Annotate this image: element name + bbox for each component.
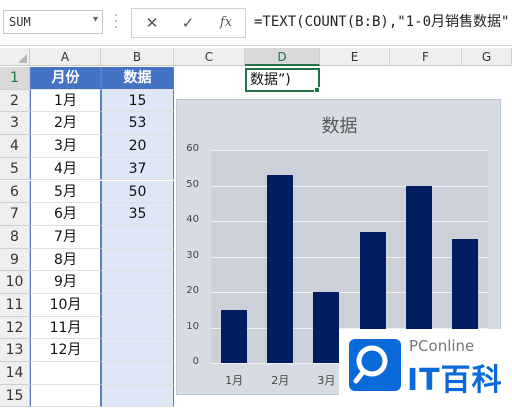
gridline xyxy=(211,221,488,222)
cell-a10[interactable]: 9月 xyxy=(30,271,101,294)
y-tick-label: 10 xyxy=(186,320,199,332)
y-tick-label: 40 xyxy=(186,214,199,225)
cell-a6[interactable]: 5月 xyxy=(30,180,101,204)
cell-b13[interactable] xyxy=(101,339,174,363)
name-box-value: SUM xyxy=(9,15,31,29)
watermark-top-text: PConline xyxy=(409,337,475,355)
column-header-e[interactable]: E xyxy=(320,48,390,66)
row-header-3[interactable]: 3 xyxy=(0,112,30,136)
cell-a3[interactable]: 2月 xyxy=(30,112,101,136)
gridline xyxy=(211,185,488,187)
y-tick-label: 60 xyxy=(186,143,199,154)
cell-b14[interactable] xyxy=(101,362,174,385)
y-tick-label: 0 xyxy=(192,356,199,367)
cell-a7[interactable]: 6月 xyxy=(30,203,101,226)
column-header-g[interactable]: G xyxy=(462,48,512,66)
cell-b4[interactable]: 20 xyxy=(101,135,174,158)
x-tick-label: 2月 xyxy=(271,374,290,387)
cell-a9[interactable]: 8月 xyxy=(30,248,101,272)
chevron-down-icon[interactable]: ▾ xyxy=(93,14,98,25)
cancel-icon[interactable]: ✕ xyxy=(138,13,166,33)
cell-a11[interactable]: 10月 xyxy=(30,294,101,317)
cell-b11[interactable] xyxy=(101,294,174,317)
logo-icon xyxy=(349,339,401,391)
formula-input[interactable]: =TEXT(COUNT(B:B),"1-0月销售数据" xyxy=(254,11,509,31)
cell-b9[interactable] xyxy=(101,248,174,272)
watermark: PConline IT百科 xyxy=(339,329,512,403)
row-header-5[interactable]: 5 xyxy=(0,157,30,181)
cell-b12[interactable] xyxy=(101,316,174,340)
formula-buttons: ✕ ✓ fx xyxy=(131,8,246,38)
row-header-7[interactable]: 7 xyxy=(0,203,30,226)
cell-b7[interactable]: 35 xyxy=(101,203,174,226)
bar-2[interactable] xyxy=(267,174,294,363)
watermark-brand: IT百科 xyxy=(407,363,503,398)
cell-a13[interactable]: 12月 xyxy=(30,339,101,363)
cell-b5[interactable]: 37 xyxy=(101,157,174,181)
column-header-c[interactable]: C xyxy=(174,48,245,66)
name-box[interactable]: SUM ▾ xyxy=(3,10,103,34)
active-cell-text: 数据”) xyxy=(250,72,291,88)
cell-a15[interactable] xyxy=(30,384,101,408)
bar-3[interactable] xyxy=(313,292,340,363)
column-header-f[interactable]: F xyxy=(390,48,462,66)
y-tick-label: 30 xyxy=(186,249,199,261)
cell-a2[interactable]: 1月 xyxy=(30,89,101,113)
enter-icon[interactable]: ✓ xyxy=(174,13,202,33)
y-tick-label: 20 xyxy=(186,285,199,296)
row-header-2[interactable]: 2 xyxy=(0,89,30,113)
row-header-1[interactable]: 1 xyxy=(0,67,30,90)
column-header-d[interactable]: D xyxy=(245,48,320,66)
gridline xyxy=(211,256,488,258)
cell-a4[interactable]: 3月 xyxy=(30,135,101,158)
row-header-6[interactable]: 6 xyxy=(0,180,30,204)
gridline xyxy=(211,292,488,293)
select-all-corner[interactable] xyxy=(0,48,30,66)
row-header-8[interactable]: 8 xyxy=(0,225,30,249)
gridline xyxy=(211,150,488,151)
row-header-12[interactable]: 12 xyxy=(0,316,30,340)
formula-bar: SUM ▾ · · · ✕ ✓ fx =TEXT(COUNT(B:B),"1-0月销… xyxy=(0,0,512,46)
cell-b3[interactable]: 53 xyxy=(101,112,174,136)
row-header-13[interactable]: 13 xyxy=(0,339,30,363)
cell-b2[interactable]: 15 xyxy=(101,89,174,113)
row-header-11[interactable]: 11 xyxy=(0,294,30,317)
insert-function-icon[interactable]: fx xyxy=(212,13,240,33)
y-tick-label: 50 xyxy=(186,178,199,190)
cell-b8[interactable] xyxy=(101,225,174,249)
chart-title: 数据 xyxy=(321,116,358,137)
bar-1[interactable] xyxy=(221,309,247,363)
cell-a12[interactable]: 11月 xyxy=(30,316,101,340)
cell-a1-header[interactable]: 月份 xyxy=(30,67,101,90)
active-cell[interactable]: 数据”) xyxy=(245,68,320,92)
row-header-4[interactable]: 4 xyxy=(0,135,30,158)
cell-a14[interactable] xyxy=(30,362,101,385)
cell-a5[interactable]: 4月 xyxy=(30,157,101,181)
column-header-b[interactable]: B xyxy=(101,48,174,66)
cell-b6[interactable]: 50 xyxy=(101,180,174,204)
cell-a8[interactable]: 7月 xyxy=(30,225,101,249)
cell-b10[interactable] xyxy=(101,271,174,294)
fill-handle[interactable] xyxy=(314,87,320,93)
x-tick-label: 1月 xyxy=(225,374,244,387)
row-header-15[interactable]: 15 xyxy=(0,384,30,408)
row-header-14[interactable]: 14 xyxy=(0,362,30,385)
cell-b1-header[interactable]: 数据 xyxy=(101,67,174,90)
drag-handle-icon[interactable]: · · · xyxy=(114,9,118,35)
column-header-a[interactable]: A xyxy=(30,48,101,66)
row-header-9[interactable]: 9 xyxy=(0,248,30,272)
row-header-10[interactable]: 10 xyxy=(0,271,30,294)
cell-b15[interactable] xyxy=(101,384,174,408)
